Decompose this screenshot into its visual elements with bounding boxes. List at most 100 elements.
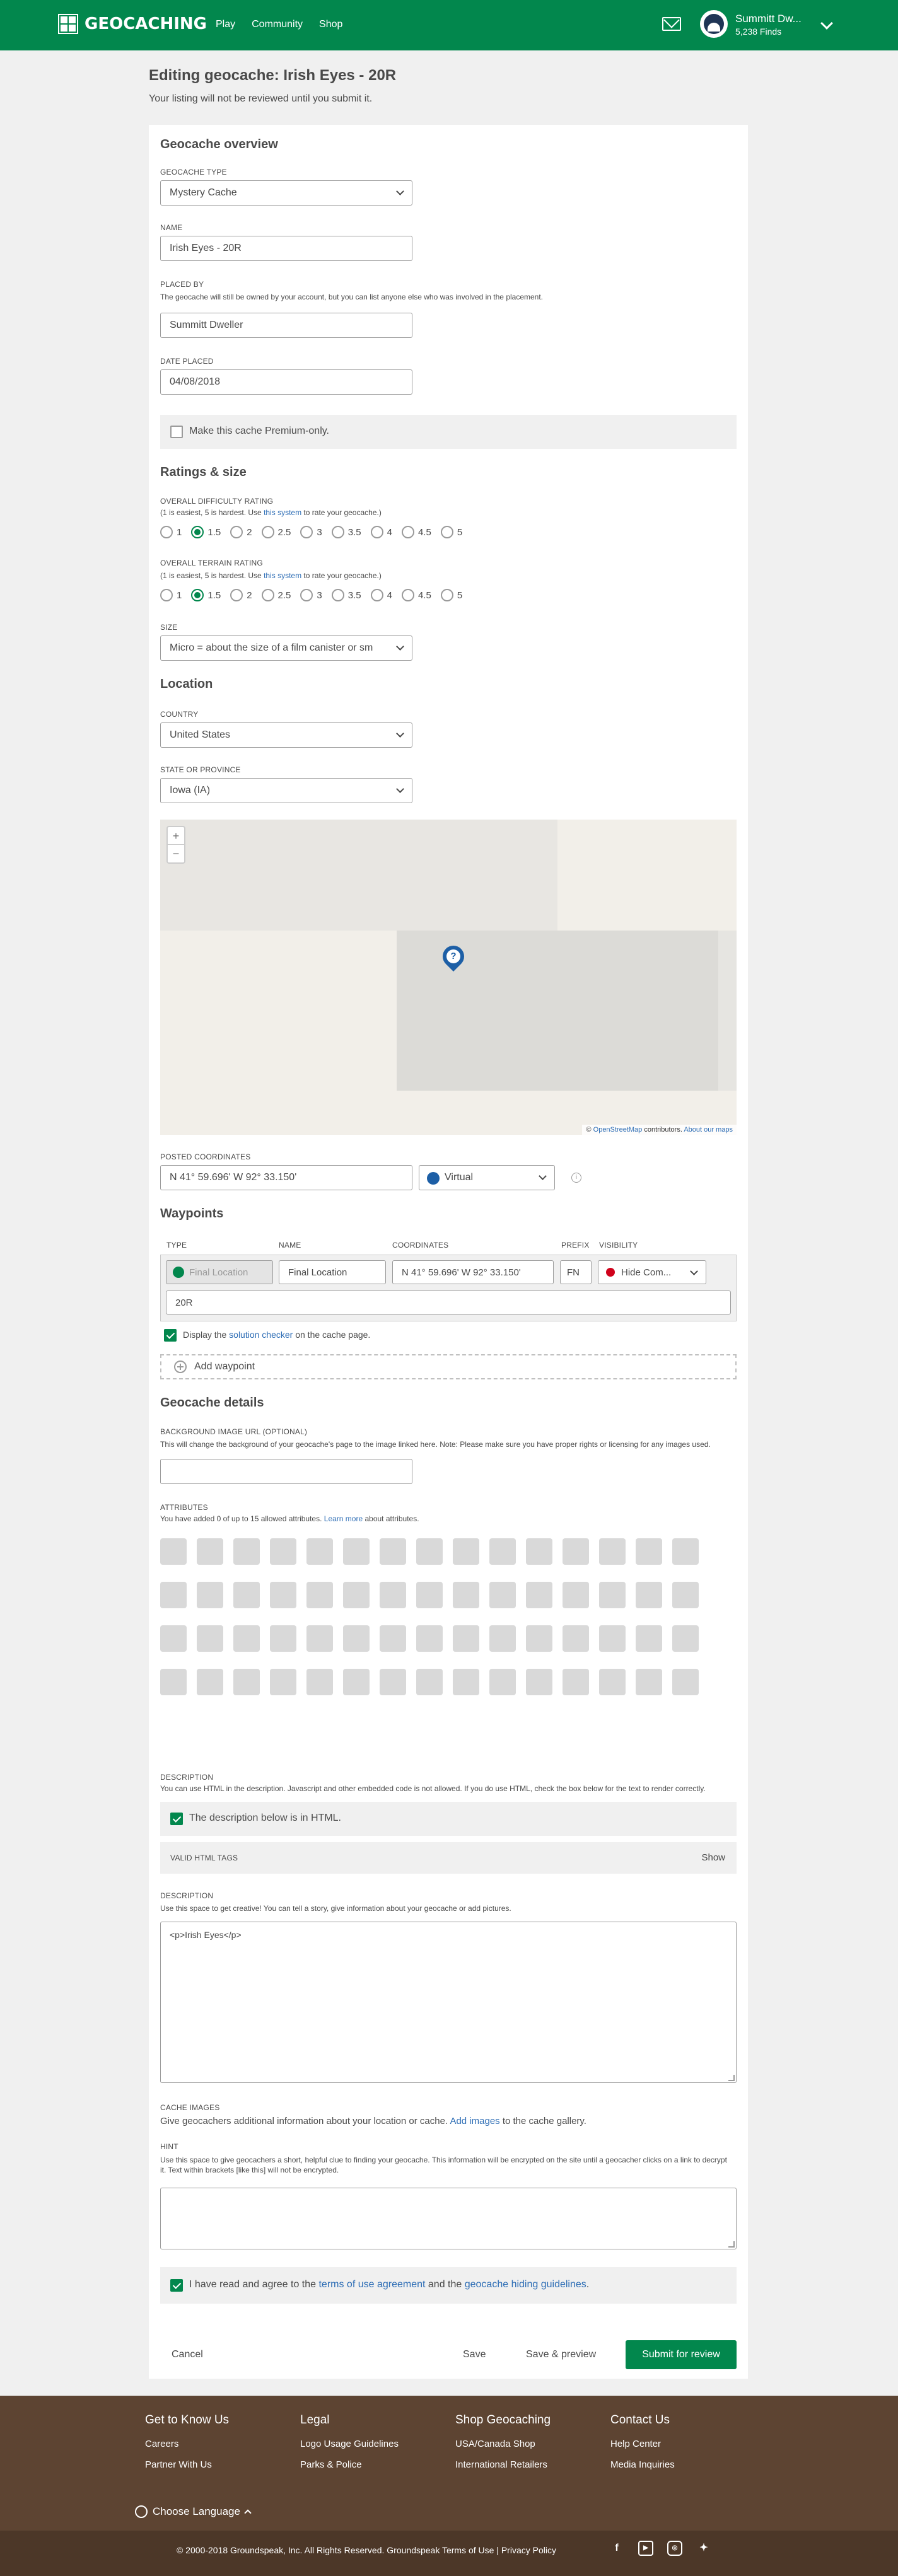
radio-dot[interactable] [160, 526, 173, 538]
terrain-radio[interactable]: 1.5 [191, 589, 221, 601]
tick-icon[interactable] [306, 1582, 333, 1608]
tree-icon[interactable] [233, 1669, 260, 1695]
terrain-radio[interactable]: 4 [370, 589, 392, 601]
terrain-radio[interactable]: 5 [440, 589, 462, 601]
parking-icon[interactable] [380, 1582, 406, 1608]
hiding-guidelines-link[interactable]: geocache hiding guidelines [465, 2279, 586, 2290]
snowshoe-icon[interactable] [380, 1625, 406, 1652]
pill-icon[interactable] [306, 1538, 333, 1565]
star-icon[interactable] [526, 1669, 552, 1695]
terms-of-use-link[interactable]: terms of use agreement [318, 2279, 425, 2290]
bus-icon[interactable] [416, 1582, 443, 1608]
phone2-icon[interactable] [526, 1582, 552, 1608]
tool-icon[interactable] [453, 1625, 479, 1652]
difficulty-radio[interactable]: 3.5 [331, 526, 361, 538]
terrain-radio[interactable]: 1 [160, 589, 182, 601]
youtube-icon[interactable]: ▶ [638, 2541, 653, 2556]
cow-icon[interactable] [489, 1625, 516, 1652]
restroom-icon[interactable] [489, 1582, 516, 1608]
radio-dot[interactable] [160, 589, 173, 601]
mail-icon[interactable] [662, 17, 681, 31]
danger-icon[interactable] [270, 1669, 296, 1695]
radio-dot[interactable] [440, 589, 453, 601]
radio-dot[interactable] [230, 526, 243, 538]
bg-image-url-input[interactable] [160, 1459, 412, 1484]
choose-language-button[interactable]: Choose Language [135, 2505, 252, 2518]
waypoint-name-input[interactable]: Final Location [279, 1260, 386, 1284]
truck-icon[interactable] [197, 1625, 223, 1652]
solution-checker-link[interactable]: solution checker [229, 1330, 293, 1340]
binoculars-icon[interactable] [380, 1538, 406, 1565]
footer-link-media[interactable]: Media Inquiries [610, 2459, 675, 2470]
food-icon[interactable] [416, 1669, 443, 1695]
terrain-system-link[interactable]: this system [264, 571, 301, 580]
ski-icon[interactable] [416, 1625, 443, 1652]
hike-icon[interactable] [416, 1538, 443, 1565]
flashlight-icon[interactable] [306, 1625, 333, 1652]
wheelchair-icon[interactable] [343, 1582, 370, 1608]
bike-icon[interactable] [636, 1582, 662, 1608]
scuba-icon[interactable] [270, 1625, 296, 1652]
difficulty-radio[interactable]: 1 [160, 526, 182, 538]
coords-type-select[interactable]: Virtual [419, 1165, 555, 1190]
tree2-icon[interactable] [672, 1669, 699, 1695]
radio-dot[interactable] [230, 589, 243, 601]
attributes-learn-more-link[interactable]: Learn more [324, 1514, 363, 1523]
motorcycle-icon[interactable] [672, 1582, 699, 1608]
picnic-icon[interactable] [563, 1582, 589, 1608]
difficulty-radio[interactable]: 1.5 [191, 526, 221, 538]
about-maps-link[interactable]: About our maps [684, 1126, 733, 1134]
terrain-radio[interactable]: 4.5 [401, 589, 431, 601]
poison-icon[interactable] [270, 1582, 296, 1608]
add-images-link[interactable]: Add images [450, 2116, 499, 2126]
night-icon[interactable] [563, 1538, 589, 1565]
kid-icon[interactable] [160, 1669, 187, 1695]
radio-dot[interactable] [300, 589, 313, 601]
valid-tags-box[interactable]: VALID HTML TAGS Show [160, 1842, 737, 1874]
terrain-radio[interactable]: 2 [230, 589, 252, 601]
radio-dot[interactable] [370, 589, 383, 601]
radio-dot[interactable] [440, 526, 453, 538]
boat-icon[interactable] [233, 1625, 260, 1652]
thorn-icon[interactable] [636, 1625, 662, 1652]
terrain-radio[interactable]: 3.5 [331, 589, 361, 601]
waypoint-coords-input[interactable]: N 41° 59.696' W 92° 33.150' [392, 1260, 554, 1284]
clock-icon[interactable] [343, 1538, 370, 1565]
name-input[interactable]: Irish Eyes - 20R [160, 236, 412, 261]
waypoint-note-input[interactable]: 20R [166, 1291, 731, 1314]
twitter-icon[interactable]: ✦ [696, 2541, 711, 2556]
geocaching-logo[interactable]: GEOCACHING [58, 14, 207, 34]
nav-community[interactable]: Community [252, 19, 303, 30]
footer-link-usa-shop[interactable]: USA/Canada Shop [455, 2439, 551, 2449]
add-waypoint-button[interactable]: Add waypoint [160, 1354, 737, 1379]
country-select[interactable]: United States [160, 722, 412, 748]
placed-by-input[interactable]: Summitt Dweller [160, 313, 412, 338]
submit-review-button[interactable]: Submit for review [626, 2340, 737, 2369]
stamp-icon[interactable] [563, 1669, 589, 1695]
solution-checker-checkbox[interactable] [164, 1329, 177, 1342]
save-preview-button[interactable]: Save & preview [526, 2349, 596, 2360]
dog-icon[interactable] [160, 1538, 187, 1565]
osm-link[interactable]: OpenStreetMap [593, 1126, 643, 1134]
nav-play[interactable]: Play [216, 19, 235, 30]
snowmobile-icon[interactable] [160, 1582, 187, 1608]
radio-dot[interactable] [370, 526, 383, 538]
hint-textarea[interactable] [160, 2188, 737, 2249]
premium-checkbox[interactable] [170, 426, 183, 438]
park-icon[interactable] [599, 1669, 626, 1695]
html-checkbox[interactable] [170, 1813, 183, 1825]
location-map[interactable]: + − ? © OpenStreetMap contributors. Abou… [160, 820, 737, 1135]
difficulty-radio[interactable]: 2.5 [261, 526, 291, 538]
footer-link-partner[interactable]: Partner With Us [145, 2459, 229, 2470]
terrain-radio[interactable]: 3 [300, 589, 322, 601]
field-icon[interactable] [672, 1625, 699, 1652]
difficulty-radio[interactable]: 2 [230, 526, 252, 538]
radio-dot[interactable] [300, 526, 313, 538]
user-name[interactable]: Summitt Dw... [735, 13, 802, 25]
campfire-icon[interactable] [672, 1538, 699, 1565]
swim-icon[interactable] [489, 1538, 516, 1565]
resize-handle-icon[interactable] [728, 2241, 735, 2248]
stroller-icon[interactable] [453, 1669, 479, 1695]
date-input[interactable]: 04/08/2018 [160, 369, 412, 395]
radio-dot[interactable] [331, 589, 344, 601]
